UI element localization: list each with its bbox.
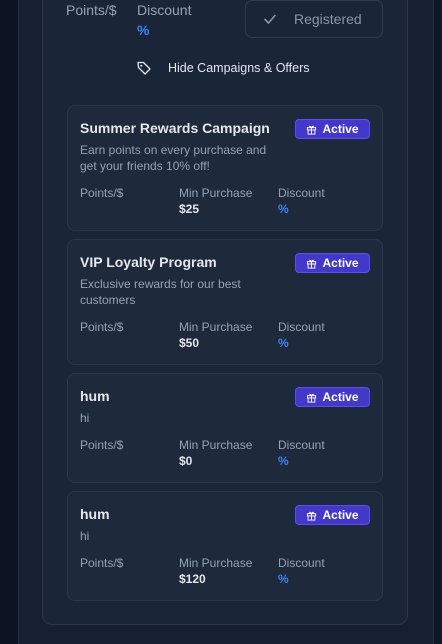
points-per-dollar-label: Points/$ (66, 2, 117, 18)
discount-value: % (137, 22, 150, 38)
left-sidebar-strip (0, 0, 18, 644)
gift-icon (307, 259, 317, 269)
badge-label: Active (322, 122, 359, 136)
check-icon (264, 14, 276, 24)
badge-label: Active (322, 508, 359, 522)
campaign-title: VIP Loyalty Program (80, 254, 217, 270)
campaign-description: hi (80, 411, 90, 425)
campaign-description: hi (80, 529, 90, 543)
tag-icon (137, 61, 151, 75)
active-badge: Active (295, 119, 370, 139)
registered-label: Registered (294, 11, 362, 27)
min-purchase-value: $50 (179, 336, 200, 350)
active-badge: Active (295, 387, 370, 407)
campaign-description: Earn points on every purchase and get yo… (80, 143, 267, 173)
gift-icon (307, 511, 317, 521)
registered-button[interactable]: Registered (245, 0, 383, 38)
badge-label: Active (322, 256, 359, 270)
gift-icon (307, 125, 317, 135)
min-purchase-value: $0 (179, 454, 193, 468)
discount-value: % (278, 202, 289, 216)
active-badge: Active (295, 505, 370, 525)
min-purchase-label: Min Purchase (179, 320, 253, 334)
discount-value: % (278, 572, 289, 586)
discount-label: Discount (278, 438, 325, 452)
min-purchase-label: Min Purchase (179, 438, 253, 452)
discount-value: % (278, 336, 289, 350)
gift-icon (307, 393, 317, 403)
discount-label: Discount (278, 556, 325, 570)
discount-value: % (278, 454, 289, 468)
campaign-card[interactable]: VIP Loyalty Program Active Exclusive rew… (67, 239, 383, 365)
active-badge: Active (295, 253, 370, 273)
points-label: Points/$ (80, 556, 124, 570)
points-label: Points/$ (80, 186, 124, 200)
campaign-description: Exclusive rewards for our best customers (80, 277, 241, 307)
min-purchase-value: $120 (179, 572, 206, 586)
hide-campaigns-button[interactable]: Hide Campaigns & Offers (136, 58, 310, 78)
campaign-card[interactable]: Summer Rewards Campaign Active Earn poin… (67, 105, 383, 231)
points-label: Points/$ (80, 320, 124, 334)
discount-label: Discount (137, 2, 192, 18)
badge-label: Active (322, 390, 359, 404)
min-purchase-label: Min Purchase (179, 556, 253, 570)
discount-label: Discount (278, 186, 325, 200)
campaign-card[interactable]: hum Active hi Points/$ Min Purchase $120… (67, 491, 383, 601)
discount-label: Discount (278, 320, 325, 334)
min-purchase-value: $25 (179, 202, 200, 216)
min-purchase-label: Min Purchase (179, 186, 253, 200)
campaign-title: Summer Rewards Campaign (80, 120, 270, 136)
campaign-title: hum (80, 388, 110, 404)
points-label: Points/$ (80, 438, 124, 452)
campaign-title: hum (80, 506, 110, 522)
hide-campaigns-label: Hide Campaigns & Offers (168, 61, 310, 75)
campaign-card[interactable]: hum Active hi Points/$ Min Purchase $0 D… (67, 373, 383, 483)
